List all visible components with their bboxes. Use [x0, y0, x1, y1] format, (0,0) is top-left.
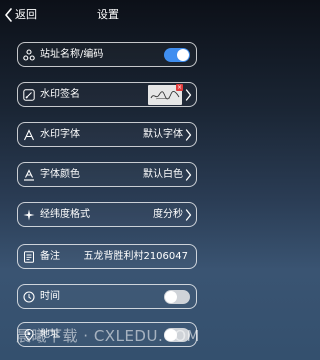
sitemap-icon [22, 48, 36, 62]
site-name-toggle[interactable] [164, 47, 190, 62]
setting-value: 默认字体 [143, 128, 183, 140]
setting-row-font-color[interactable]: 字体颜色 默认白色 [17, 162, 197, 187]
clock-icon [22, 290, 36, 304]
address-toggle[interactable] [164, 327, 190, 342]
setting-label: 时间 [40, 290, 60, 302]
chevron-right-icon [185, 168, 193, 182]
note-value: 五龙背胜利村2106047 [83, 250, 188, 262]
close-icon[interactable]: × [176, 83, 183, 91]
chevron-right-icon [185, 88, 193, 102]
chevron-right-icon [185, 208, 193, 222]
chevron-right-icon [185, 128, 193, 142]
setting-row-coordinate-format[interactable]: 经纬度格式 度分秒 [17, 202, 197, 227]
page-title: 设置 [97, 8, 119, 21]
setting-label: 水印签名 [40, 88, 80, 100]
signature-thumbnail[interactable]: × [148, 83, 183, 105]
setting-label: 水印字体 [40, 128, 80, 140]
setting-row-site-name[interactable]: 站址名称/编码 [17, 42, 197, 67]
compass-icon [22, 208, 36, 222]
setting-value: 默认白色 [143, 168, 183, 180]
setting-label: 备注 [40, 250, 60, 262]
setting-label: 字体颜色 [40, 168, 80, 180]
setting-label: 地址 [40, 328, 60, 340]
setting-row-note[interactable]: 备注 五龙背胜利村2106047 [17, 244, 197, 269]
font-color-icon [22, 168, 36, 182]
setting-value: 度分秒 [153, 208, 183, 220]
setting-row-address[interactable]: 地址 [17, 322, 197, 347]
note-icon [22, 250, 36, 264]
setting-row-font[interactable]: 水印字体 默认字体 [17, 122, 197, 147]
setting-label: 经纬度格式 [40, 208, 90, 220]
font-icon [22, 128, 36, 142]
signature-pen-icon [22, 88, 36, 102]
time-toggle[interactable] [164, 289, 190, 304]
setting-row-signature[interactable]: 水印签名 × [17, 82, 197, 107]
location-icon [22, 328, 36, 342]
setting-label: 站址名称/编码 [40, 48, 104, 60]
header-bar: 返回 设置 [0, 0, 216, 30]
setting-row-time[interactable]: 时间 [17, 284, 197, 309]
